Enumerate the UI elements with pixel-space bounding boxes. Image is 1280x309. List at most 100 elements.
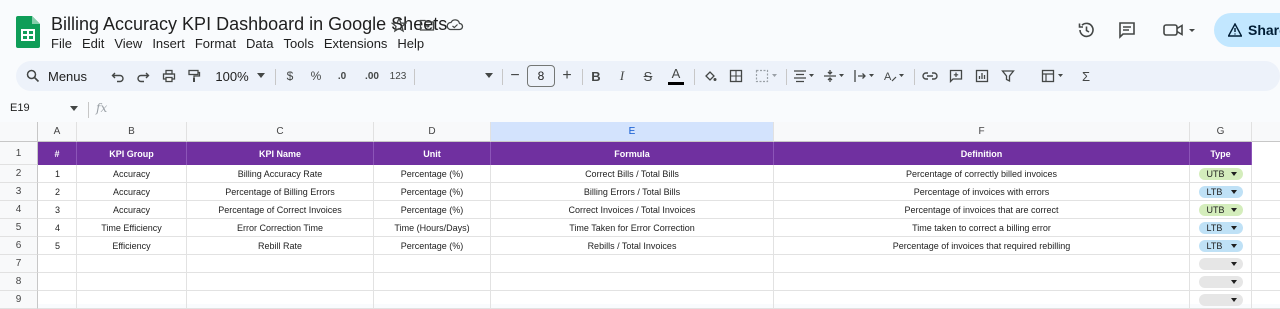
share-button[interactable]: Share: [1214, 13, 1280, 47]
type-chip[interactable]: LTB: [1198, 221, 1243, 234]
column-header-g[interactable]: G: [1190, 122, 1252, 142]
paint-format-icon[interactable]: [184, 61, 204, 91]
text-wrap-icon[interactable]: [852, 61, 878, 91]
cell-formula[interactable]: Correct Invoices / Total Invoices: [491, 201, 774, 219]
cell-name[interactable]: Rebill Rate: [187, 237, 374, 255]
menu-file[interactable]: File: [51, 36, 72, 51]
insert-chart-icon[interactable]: [972, 61, 992, 91]
row-header-7[interactable]: 7: [0, 255, 38, 273]
cell-type[interactable]: [1190, 255, 1252, 273]
menu-format[interactable]: Format: [195, 36, 236, 51]
text-rotation-icon[interactable]: A: [882, 61, 908, 91]
video-call-icon[interactable]: [1162, 20, 1198, 40]
decrease-decimal[interactable]: .0: [332, 61, 352, 91]
header-cell-formula[interactable]: Formula: [491, 142, 774, 165]
row-header-9[interactable]: 9: [0, 291, 38, 309]
menu-tools[interactable]: Tools: [283, 36, 313, 51]
type-chip[interactable]: [1198, 257, 1243, 270]
zoom-select[interactable]: 100%: [212, 61, 268, 91]
cell-num[interactable]: 3: [38, 201, 77, 219]
currency-format[interactable]: $: [282, 61, 298, 91]
cell-group[interactable]: Time Efficiency: [77, 219, 187, 237]
text-color-button[interactable]: A: [666, 61, 686, 91]
cell-group[interactable]: [77, 291, 187, 309]
borders-icon[interactable]: [727, 61, 745, 91]
cell-unit[interactable]: [374, 291, 491, 309]
row-header-8[interactable]: 8: [0, 273, 38, 291]
search-menus[interactable]: Menus: [26, 61, 106, 91]
increase-decimal[interactable]: .00: [360, 61, 384, 91]
cell-definition[interactable]: Percentage of invoices that required reb…: [774, 237, 1190, 255]
row-header-4[interactable]: 4: [0, 201, 38, 219]
merge-cells-icon[interactable]: [754, 61, 780, 91]
cell-name[interactable]: [187, 273, 374, 291]
strikethrough-button[interactable]: S: [640, 61, 656, 91]
select-all-corner[interactable]: [0, 122, 38, 142]
cell-group[interactable]: Accuracy: [77, 201, 187, 219]
cell-formula[interactable]: Time Taken for Error Correction: [491, 219, 774, 237]
move-folder-icon[interactable]: [417, 15, 437, 35]
type-chip[interactable]: UTB: [1198, 167, 1243, 180]
cell-formula[interactable]: [491, 273, 774, 291]
horizontal-align-icon[interactable]: [792, 61, 818, 91]
cell-num[interactable]: [38, 255, 77, 273]
name-box[interactable]: E19: [10, 102, 78, 114]
column-header-b[interactable]: B: [77, 122, 187, 142]
cell-num[interactable]: [38, 291, 77, 309]
history-icon[interactable]: [1076, 20, 1096, 40]
sheets-logo-icon[interactable]: [16, 16, 40, 48]
column-header-f[interactable]: F: [774, 122, 1190, 142]
cell-unit[interactable]: [374, 273, 491, 291]
undo-icon[interactable]: [108, 61, 128, 91]
header-cell-unit[interactable]: Unit: [374, 142, 491, 165]
cell-unit[interactable]: Percentage (%): [374, 201, 491, 219]
print-icon[interactable]: [159, 61, 179, 91]
cell-unit[interactable]: Percentage (%): [374, 237, 491, 255]
cell-name[interactable]: Percentage of Billing Errors: [187, 183, 374, 201]
cell-unit[interactable]: Time (Hours/Days): [374, 219, 491, 237]
cell-group[interactable]: Accuracy: [77, 183, 187, 201]
menu-insert[interactable]: Insert: [152, 36, 185, 51]
cell-type[interactable]: LTB: [1190, 237, 1252, 255]
row-header-5[interactable]: 5: [0, 219, 38, 237]
decrease-font-size[interactable]: −: [508, 61, 522, 91]
increase-font-size[interactable]: +: [560, 61, 574, 91]
cell-definition[interactable]: Percentage of invoices that are correct: [774, 201, 1190, 219]
cell-formula[interactable]: Billing Errors / Total Bills: [491, 183, 774, 201]
menu-view[interactable]: View: [114, 36, 142, 51]
row-header-1[interactable]: 1: [0, 142, 38, 165]
column-header-d[interactable]: D: [374, 122, 491, 142]
type-chip[interactable]: UTB: [1198, 203, 1243, 216]
cell-definition[interactable]: Percentage of correctly billed invoices: [774, 165, 1190, 183]
italic-button[interactable]: I: [614, 61, 630, 91]
redo-icon[interactable]: [133, 61, 153, 91]
cell-group[interactable]: Efficiency: [77, 237, 187, 255]
header-cell-group[interactable]: KPI Group: [77, 142, 187, 165]
cell-name[interactable]: [187, 255, 374, 273]
vertical-align-icon[interactable]: [822, 61, 848, 91]
filter-views-icon[interactable]: [1040, 61, 1070, 91]
cell-type[interactable]: UTB: [1190, 201, 1252, 219]
star-icon[interactable]: [389, 15, 409, 35]
font-family-select[interactable]: [418, 61, 498, 91]
insert-comment-icon[interactable]: [946, 61, 966, 91]
cell-type[interactable]: UTB: [1190, 165, 1252, 183]
more-formats[interactable]: 123: [387, 61, 409, 91]
cell-type[interactable]: [1190, 291, 1252, 309]
comment-icon[interactable]: [1117, 20, 1137, 40]
create-filter-icon[interactable]: [998, 61, 1018, 91]
cell-definition[interactable]: Percentage of invoices with errors: [774, 183, 1190, 201]
cell-num[interactable]: 1: [38, 165, 77, 183]
cell-type[interactable]: [1190, 273, 1252, 291]
cell-type[interactable]: LTB: [1190, 183, 1252, 201]
header-cell-name[interactable]: KPI Name: [187, 142, 374, 165]
cell-name[interactable]: Percentage of Correct Invoices: [187, 201, 374, 219]
cell-num[interactable]: 4: [38, 219, 77, 237]
cell-formula[interactable]: [491, 255, 774, 273]
bold-button[interactable]: B: [588, 61, 604, 91]
cell-definition[interactable]: [774, 291, 1190, 309]
type-chip[interactable]: LTB: [1198, 239, 1243, 252]
cell-unit[interactable]: Percentage (%): [374, 183, 491, 201]
cell-group[interactable]: [77, 255, 187, 273]
column-header-e[interactable]: E: [491, 122, 774, 142]
